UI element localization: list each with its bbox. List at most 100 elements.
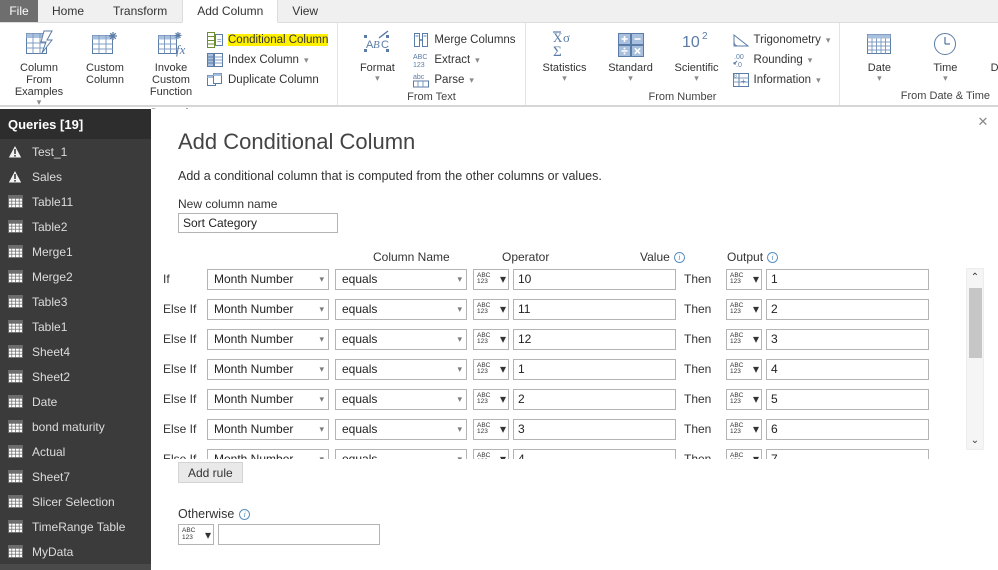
sidebar-item-sheet4[interactable]: Sheet4 bbox=[0, 339, 151, 364]
rule-value-type-selector[interactable]: ABC123 ▾ bbox=[473, 388, 509, 410]
sidebar-item-table3[interactable]: Table3 bbox=[0, 289, 151, 314]
sidebar-item-actual[interactable]: Actual bbox=[0, 439, 151, 464]
rule-value-input[interactable] bbox=[513, 448, 676, 459]
ribbon-button-calendar[interactable]: Date ▾ bbox=[846, 27, 912, 83]
rule-value-input[interactable] bbox=[513, 388, 676, 410]
rule-value-input[interactable] bbox=[513, 328, 676, 350]
rule-operator-dropdown[interactable]: equals ▾ bbox=[335, 418, 467, 440]
rule-value-input[interactable] bbox=[513, 418, 676, 440]
ribbon-button-parse-abc[interactable]: abc Parse ▾ bbox=[410, 70, 518, 90]
info-icon[interactable]: i bbox=[767, 251, 779, 263]
rule-value-type-selector[interactable]: ABC123 ▾ bbox=[473, 268, 509, 290]
rule-output-type-selector[interactable]: ABC123 ▾ bbox=[726, 358, 762, 380]
ribbon-button-information[interactable]: 8 + Information ▾ bbox=[730, 70, 834, 90]
ribbon-button-scientific-power[interactable]: 10 2 Scientific ▾ bbox=[664, 27, 730, 83]
rule-column-dropdown[interactable]: Month Number ▾ bbox=[207, 388, 329, 410]
chevron-down-icon[interactable]: ▾ bbox=[943, 74, 948, 83]
rule-output-input[interactable] bbox=[766, 358, 929, 380]
rule-output-type-selector[interactable]: ABC123 ▾ bbox=[726, 448, 762, 459]
rule-operator-dropdown[interactable]: equals ▾ bbox=[335, 268, 467, 290]
ribbon-button-column-from-examples[interactable]: Column From Examples ▾ bbox=[6, 27, 72, 107]
rule-output-type-selector[interactable]: ABC123 ▾ bbox=[726, 388, 762, 410]
add-rule-button[interactable]: Add rule bbox=[178, 462, 243, 483]
sidebar-item-table1[interactable]: Table1 bbox=[0, 314, 151, 339]
rule-operator-dropdown[interactable]: equals ▾ bbox=[335, 328, 467, 350]
rule-value-type-selector[interactable]: ABC123 ▾ bbox=[473, 328, 509, 350]
sidebar-item-bond-maturity[interactable]: bond maturity bbox=[0, 414, 151, 439]
rule-value-input[interactable] bbox=[513, 358, 676, 380]
rule-value-type-selector[interactable]: ABC123 ▾ bbox=[473, 298, 509, 320]
rule-operator-dropdown[interactable]: equals ▾ bbox=[335, 388, 467, 410]
sidebar-item-timerange-table[interactable]: TimeRange Table bbox=[0, 514, 151, 539]
chevron-down-icon[interactable]: ▾ bbox=[469, 75, 474, 86]
rule-output-input[interactable] bbox=[766, 268, 929, 290]
close-icon[interactable]: ✕ bbox=[974, 113, 992, 131]
sidebar-item-date[interactable]: Date bbox=[0, 389, 151, 414]
sidebar-item-slicer-selection[interactable]: Slicer Selection bbox=[0, 489, 151, 514]
rules-scrollbar[interactable]: ⌃ ⌄ bbox=[966, 268, 984, 450]
ribbon-button-extract-abc123[interactable]: ABC 123 Extract ▾ bbox=[410, 50, 518, 70]
chevron-down-icon[interactable]: ▾ bbox=[475, 55, 480, 66]
rule-column-dropdown[interactable]: Month Number ▾ bbox=[207, 418, 329, 440]
rule-output-type-selector[interactable]: ABC123 ▾ bbox=[726, 328, 762, 350]
tab-view[interactable]: View bbox=[278, 0, 334, 22]
sidebar-item-table11[interactable]: Table11 bbox=[0, 189, 151, 214]
ribbon-button-index-column[interactable]: Index Column ▾ bbox=[204, 50, 331, 70]
sidebar-item-merge2[interactable]: Merge2 bbox=[0, 264, 151, 289]
ribbon-button-invoke-custom-function[interactable]: fx Invoke Custom Function bbox=[138, 27, 204, 98]
ribbon-button-statistics-sigma[interactable]: XσΣ Statistics ▾ bbox=[532, 27, 598, 83]
chevron-down-icon[interactable]: ▾ bbox=[562, 74, 567, 83]
sidebar-item-fiscal-sales[interactable]: Fiscal Sales bbox=[0, 564, 151, 570]
otherwise-input[interactable] bbox=[218, 524, 380, 545]
rule-output-input[interactable] bbox=[766, 418, 929, 440]
chevron-down-icon[interactable]: ▾ bbox=[375, 74, 380, 83]
ribbon-button-conditional-column[interactable]: = Conditional Column bbox=[204, 30, 331, 50]
chevron-down-icon[interactable]: ▾ bbox=[694, 74, 699, 83]
tab-home[interactable]: Home bbox=[38, 0, 100, 22]
info-icon[interactable]: i bbox=[239, 508, 251, 520]
rule-value-type-selector[interactable]: ABC123 ▾ bbox=[473, 418, 509, 440]
chevron-down-icon[interactable]: ▾ bbox=[37, 98, 42, 107]
rule-value-type-selector[interactable]: ABC123 ▾ bbox=[473, 448, 509, 459]
rule-column-dropdown[interactable]: Month Number ▾ bbox=[207, 298, 329, 320]
scrollbar-thumb[interactable] bbox=[969, 288, 982, 358]
rule-output-input[interactable] bbox=[766, 388, 929, 410]
tab-file[interactable]: File bbox=[0, 0, 38, 22]
chevron-down-icon[interactable]: ▾ bbox=[826, 35, 831, 46]
info-icon[interactable]: i bbox=[673, 251, 685, 263]
ribbon-button-rounding[interactable]: .00.0 Rounding ▾ bbox=[730, 50, 834, 70]
ribbon-button-standard-operators[interactable]: Standard ▾ bbox=[598, 27, 664, 83]
tab-add-column[interactable]: Add Column bbox=[182, 0, 279, 23]
chevron-down-icon[interactable]: ▾ bbox=[808, 55, 813, 66]
ribbon-button-stopwatch[interactable]: Duration ▾ bbox=[978, 27, 998, 82]
ribbon-button-format-abc[interactable]: ABC Format ▾ bbox=[344, 27, 410, 83]
chevron-down-icon[interactable]: ▾ bbox=[816, 75, 821, 86]
rule-operator-dropdown[interactable]: equals ▾ bbox=[335, 298, 467, 320]
ribbon-button-duplicate-column[interactable]: Duplicate Column bbox=[204, 70, 331, 90]
rule-column-dropdown[interactable]: Month Number ▾ bbox=[207, 448, 329, 459]
rule-output-input[interactable] bbox=[766, 448, 929, 459]
sidebar-item-sales[interactable]: Sales bbox=[0, 164, 151, 189]
chevron-down-icon[interactable]: ▾ bbox=[304, 55, 309, 66]
rule-output-type-selector[interactable]: ABC123 ▾ bbox=[726, 418, 762, 440]
rule-output-input[interactable] bbox=[766, 328, 929, 350]
rule-operator-dropdown[interactable]: equals ▾ bbox=[335, 358, 467, 380]
rule-value-input[interactable] bbox=[513, 268, 676, 290]
sidebar-item-sheet7[interactable]: Sheet7 bbox=[0, 464, 151, 489]
sidebar-item-merge1[interactable]: Merge1 bbox=[0, 239, 151, 264]
chevron-down-icon[interactable]: ▾ bbox=[628, 74, 633, 83]
ribbon-button-custom-column[interactable]: Custom Column bbox=[72, 27, 138, 86]
ribbon-button-merge-columns[interactable]: Merge Columns bbox=[410, 30, 518, 50]
sidebar-item-test-1[interactable]: Test_1 bbox=[0, 139, 151, 164]
rule-column-dropdown[interactable]: Month Number ▾ bbox=[207, 268, 329, 290]
new-column-name-input[interactable] bbox=[178, 213, 338, 233]
sidebar-item-sheet2[interactable]: Sheet2 bbox=[0, 364, 151, 389]
otherwise-type-selector[interactable]: ABC 123 ▾ bbox=[178, 524, 214, 545]
rule-column-dropdown[interactable]: Month Number ▾ bbox=[207, 328, 329, 350]
ribbon-button-clock[interactable]: Time ▾ bbox=[912, 27, 978, 83]
rule-output-input[interactable] bbox=[766, 298, 929, 320]
chevron-down-icon[interactable]: ▾ bbox=[877, 74, 882, 83]
rule-output-type-selector[interactable]: ABC123 ▾ bbox=[726, 268, 762, 290]
rule-column-dropdown[interactable]: Month Number ▾ bbox=[207, 358, 329, 380]
rule-value-type-selector[interactable]: ABC123 ▾ bbox=[473, 358, 509, 380]
